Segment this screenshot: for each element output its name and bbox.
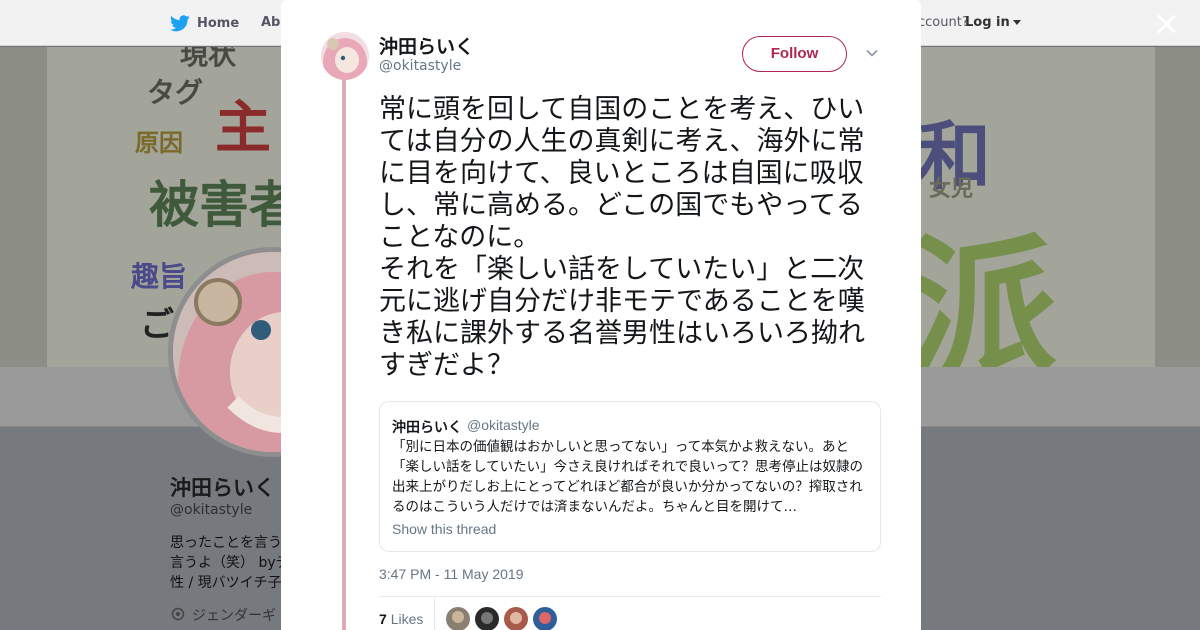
follow-button[interactable]: Follow (742, 36, 847, 72)
divider (379, 596, 881, 597)
liker-avatar[interactable] (475, 607, 499, 630)
twitter-bird-icon (170, 15, 190, 32)
location-text: ジェンダーギ (192, 608, 276, 624)
chevron-down-icon[interactable] (866, 47, 878, 59)
banner-word: 被害者 (149, 176, 299, 234)
close-icon[interactable] (1154, 12, 1178, 36)
tweet-timestamp[interactable]: 3:47 PM - 11 May 2019 (379, 566, 523, 582)
background-profile-bio: 思ったことを言う 言うよ（笑） byデ 性 / 現バツイチ子 (170, 533, 285, 593)
likes-separator (434, 597, 435, 630)
quoted-author-handle: @okitastyle (467, 417, 540, 433)
banner-word: タグ (147, 76, 204, 109)
background-profile-handle: @okitastyle (170, 502, 253, 518)
banner-word: 現状 (180, 47, 237, 71)
banner-word: 主 (215, 96, 271, 161)
banner-word: 趣旨 (131, 260, 188, 293)
author-handle[interactable]: @okitastyle (379, 58, 461, 74)
author-avatar[interactable] (321, 32, 369, 80)
nav-home[interactable]: Home (170, 15, 239, 32)
author-name[interactable]: 沖田らいく (379, 32, 474, 59)
banner-word: 原因 (135, 129, 183, 157)
tweet-paragraph: 常に頭を回して自国のことを考え、ひいては自分の人生の真剣に考え、海外に常に目を向… (379, 94, 865, 253)
show-thread-link[interactable]: Show this thread (392, 521, 496, 537)
banner-word: 派 (907, 222, 1058, 367)
nav-home-label: Home (197, 16, 240, 31)
quoted-tweet[interactable]: 沖田らいく @okitastyle 「別に日本の価値観はおかしいと思ってない」っ… (379, 401, 881, 552)
liker-avatar[interactable] (504, 607, 528, 630)
tweet-modal: 沖田らいく @okitastyle Follow 常に頭を回して自国のことを考え… (281, 0, 921, 630)
account-prompt: ccount? (918, 15, 969, 30)
thread-line (342, 80, 346, 630)
tweet-text: 常に頭を回して自国のことを考え、ひいては自分の人生の真剣に考え、海外に常に目を向… (379, 94, 884, 382)
tweet-paragraph: それを「楽しい話をしていたい」と二次元に逃げ自分だけ非モテであることを嘆き私に課… (379, 254, 865, 381)
author-avatar-image (321, 32, 369, 80)
login-label: Log in (965, 15, 1010, 30)
liker-avatar[interactable] (446, 607, 470, 630)
quoted-tweet-text: 「別に日本の価値観はおかしいと思ってない」って本気かよ救えない。あと「楽しい話を… (392, 439, 864, 515)
location-pin-icon (171, 607, 185, 621)
likes-count[interactable]: 7 Likes (379, 611, 423, 627)
bio-line: 性 / 現バツイチ子 (170, 575, 282, 591)
likes-number: 7 (379, 611, 387, 627)
background-profile-location: ジェンダーギ (170, 605, 285, 625)
login-menu[interactable]: Log in (965, 15, 1021, 30)
bio-line: 思ったことを言う (170, 535, 282, 551)
caret-down-icon (1012, 20, 1021, 25)
likers-list (446, 607, 557, 630)
quoted-author-name: 沖田らいく (392, 420, 462, 436)
bio-line: 言うよ（笑） byデ (170, 555, 285, 571)
likes-label: Likes (390, 611, 424, 627)
background-profile-name: 沖田らいく (170, 476, 275, 500)
liker-avatar[interactable] (533, 607, 557, 630)
